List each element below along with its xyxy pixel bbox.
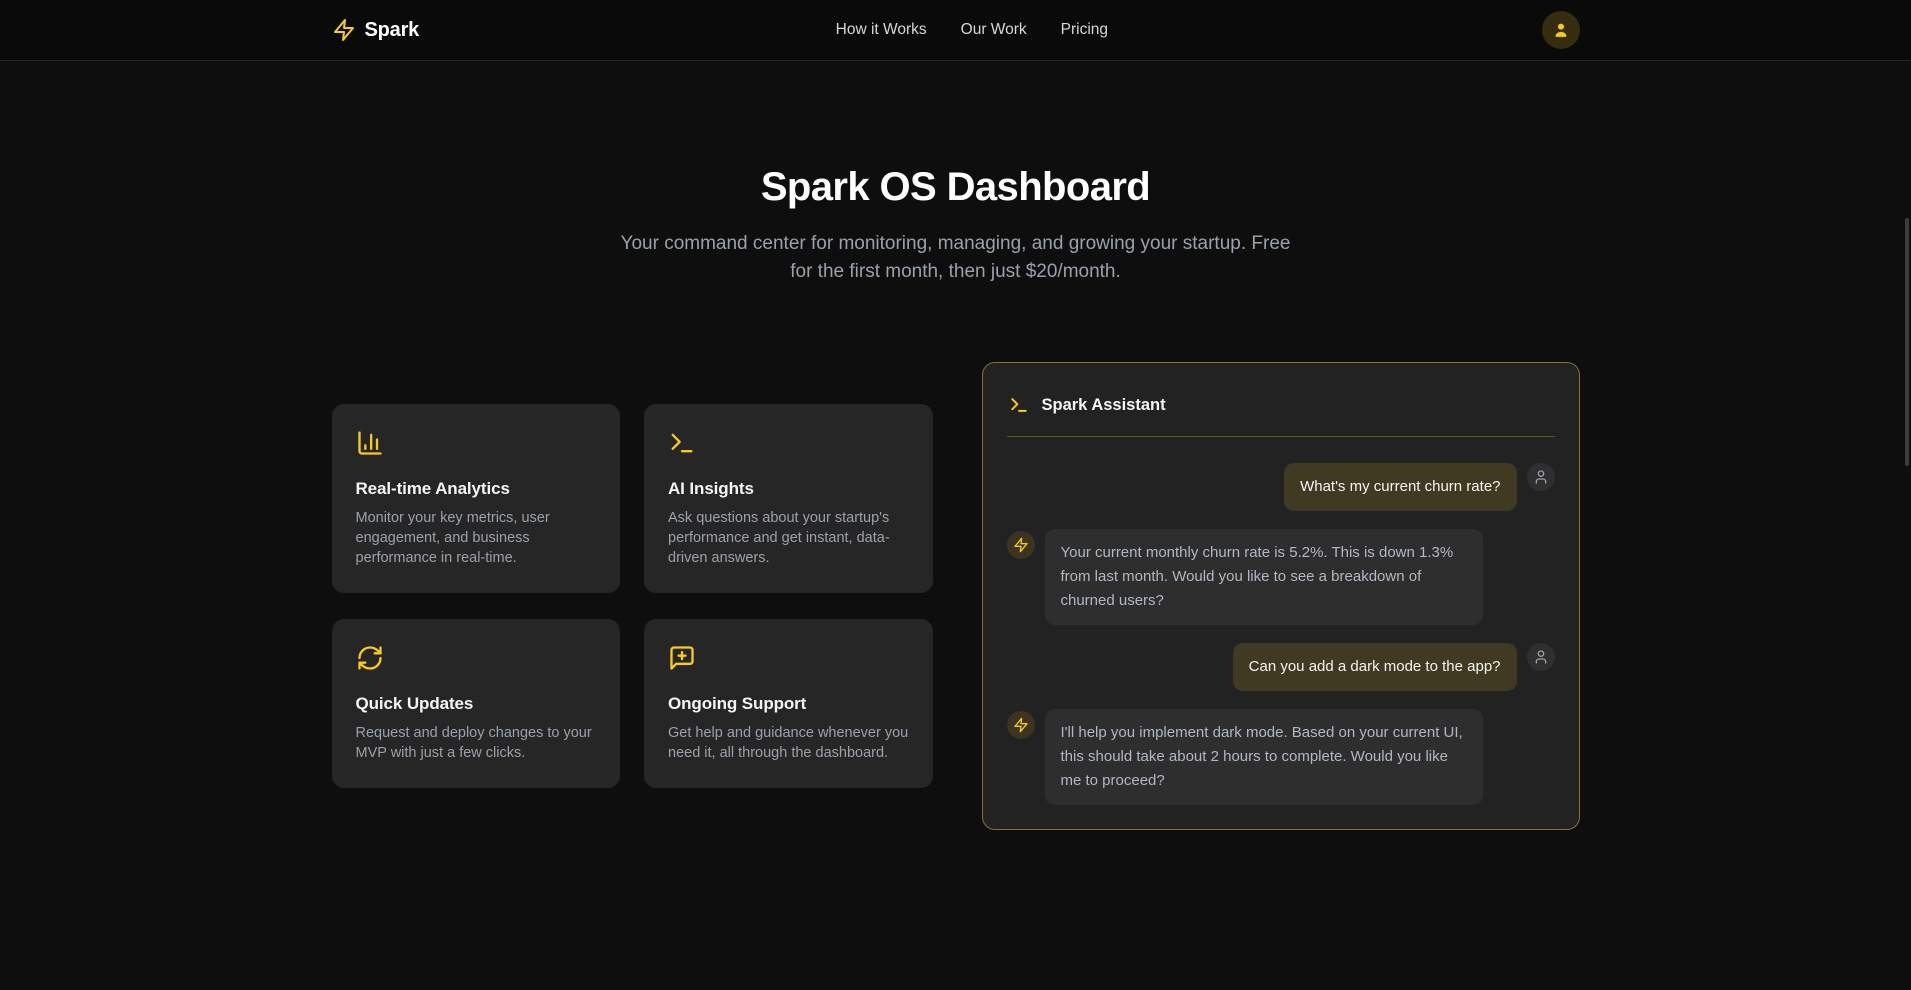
feature-title: Ongoing Support: [668, 694, 909, 714]
feature-title: Real-time Analytics: [356, 479, 597, 499]
feature-description: Ask questions about your startup's perfo…: [668, 508, 909, 568]
feature-card-ongoing-support: Ongoing Support Get help and guidance wh…: [644, 619, 933, 788]
chat-message-assistant: I'll help you implement dark mode. Based…: [1007, 709, 1555, 805]
feature-card-quick-updates: Quick Updates Request and deploy changes…: [332, 619, 621, 788]
feature-title: Quick Updates: [356, 694, 597, 714]
user-avatar: [1527, 463, 1555, 491]
nav-link-our-work[interactable]: Our Work: [961, 21, 1027, 39]
brand-logo[interactable]: Spark: [332, 18, 420, 42]
nav-links: How it Works Our Work Pricing: [836, 21, 1108, 39]
zap-icon: [1007, 531, 1035, 559]
assistant-message-bubble: I'll help you implement dark mode. Based…: [1045, 709, 1483, 805]
zap-icon: [1007, 711, 1035, 739]
bar-chart-icon: [356, 429, 597, 457]
chat-message-user: What's my current churn rate?: [1007, 463, 1555, 511]
zap-icon: [332, 18, 356, 42]
hero-section: Spark OS Dashboard Your command center f…: [0, 61, 1911, 286]
page-title: Spark OS Dashboard: [0, 165, 1911, 210]
feature-description: Request and deploy changes to your MVP w…: [356, 723, 597, 763]
chat-messages: What's my current churn rate? Your curre…: [1007, 463, 1555, 805]
assistant-message-bubble: Your current monthly churn rate is 5.2%.…: [1045, 529, 1483, 625]
spark-assistant-panel: Spark Assistant What's my current churn …: [982, 362, 1580, 830]
nav-link-pricing[interactable]: Pricing: [1061, 21, 1108, 39]
feature-card-realtime-analytics: Real-time Analytics Monitor your key met…: [332, 404, 621, 593]
assistant-title: Spark Assistant: [1042, 396, 1166, 415]
terminal-icon: [1009, 395, 1029, 415]
page-subtitle: Your command center for monitoring, mana…: [611, 230, 1301, 286]
user-avatar: [1527, 643, 1555, 671]
user-message-bubble: Can you add a dark mode to the app?: [1233, 643, 1517, 691]
features-grid: Real-time Analytics Monitor your key met…: [332, 404, 933, 788]
scrollbar[interactable]: [1903, 0, 1911, 990]
terminal-icon: [668, 429, 909, 457]
user-avatar-button[interactable]: [1542, 11, 1580, 49]
brand-name: Spark: [365, 19, 420, 42]
navbar: Spark How it Works Our Work Pricing: [0, 0, 1911, 61]
feature-title: AI Insights: [668, 479, 909, 499]
user-icon: [1551, 20, 1571, 40]
chat-message-assistant: Your current monthly churn rate is 5.2%.…: [1007, 529, 1555, 625]
feature-description: Monitor your key metrics, user engagemen…: [356, 508, 597, 568]
assistant-header: Spark Assistant: [1007, 387, 1555, 437]
scrollbar-thumb[interactable]: [1905, 218, 1909, 466]
feature-card-ai-insights: AI Insights Ask questions about your sta…: [644, 404, 933, 593]
chat-message-user: Can you add a dark mode to the app?: [1007, 643, 1555, 691]
user-message-bubble: What's my current churn rate?: [1284, 463, 1516, 511]
refresh-icon: [356, 644, 597, 672]
nav-link-how-it-works[interactable]: How it Works: [836, 21, 927, 39]
main-section: Real-time Analytics Monitor your key met…: [332, 362, 1580, 830]
feature-description: Get help and guidance whenever you need …: [668, 723, 909, 763]
message-square-plus-icon: [668, 644, 909, 672]
